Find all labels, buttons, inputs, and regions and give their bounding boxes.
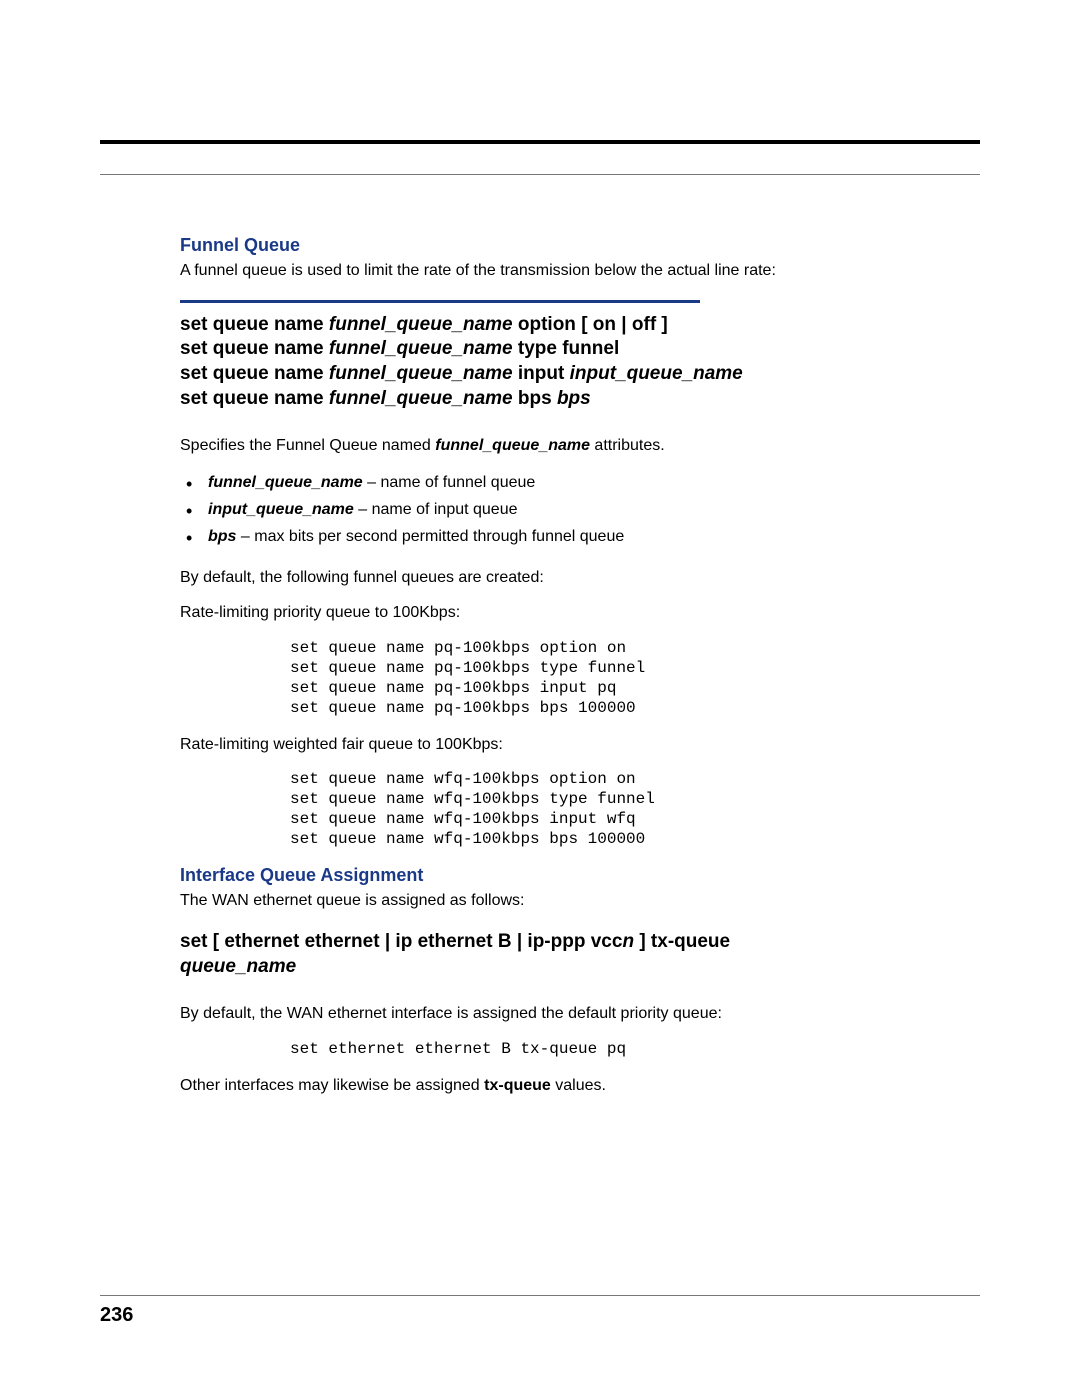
- text: – max bits per second permitted through …: [236, 528, 624, 545]
- interface-other-text: Other interfaces may likewise be assigne…: [180, 1075, 900, 1097]
- bold-text: tx-queue: [484, 1077, 551, 1094]
- interface-command-syntax: set [ ethernet ethernet | ip ethernet B …: [180, 930, 900, 979]
- content-area: Funnel Queue A funnel queue is used to l…: [180, 235, 900, 1096]
- text: values.: [551, 1077, 606, 1094]
- text: attributes.: [590, 437, 665, 454]
- term: funnel_queue_name: [208, 474, 363, 491]
- footer-rule: [100, 1295, 980, 1296]
- term: input_queue_name: [208, 501, 354, 518]
- cmd-line-1: set queue name funnel_queue_name option …: [180, 313, 900, 338]
- cmd-text: set queue name: [180, 314, 329, 335]
- blue-rule-1: [180, 300, 700, 303]
- code-block-wfq: set queue name wfq-100kbps option on set…: [290, 769, 900, 849]
- page-footer: 236: [100, 1295, 980, 1327]
- cmd-line-4: set queue name funnel_queue_name bps bps: [180, 387, 900, 412]
- cmd-text: bps: [513, 388, 557, 409]
- list-item: funnel_queue_name – name of funnel queue: [186, 471, 900, 494]
- funnel-bullet-list: funnel_queue_name – name of funnel queue…: [186, 471, 900, 549]
- cmd-var: input_queue_name: [570, 363, 743, 384]
- term: funnel_queue_name: [435, 437, 590, 454]
- cmd-text: type funnel: [513, 338, 620, 359]
- text: – name of input queue: [354, 501, 518, 518]
- term: bps: [208, 528, 236, 545]
- list-item: bps – max bits per second permitted thro…: [186, 525, 900, 548]
- rate-pq-label: Rate-limiting priority queue to 100Kbps:: [180, 602, 900, 624]
- cmd-text: ] tx-queue: [634, 931, 730, 952]
- page-number: 236: [100, 1304, 980, 1327]
- cmd-var: funnel_queue_name: [329, 388, 513, 409]
- cmd-text: set [ ethernet ethernet | ip ethernet B …: [180, 931, 622, 952]
- cmd-line-3: set queue name funnel_queue_name input i…: [180, 362, 900, 387]
- cmd-text: input: [513, 363, 570, 384]
- cmd-line-2: set queue name funnel_queue_name type fu…: [180, 337, 900, 362]
- cmd-text: set queue name: [180, 388, 329, 409]
- text: Specifies the Funnel Queue named: [180, 437, 435, 454]
- funnel-desc: Specifies the Funnel Queue named funnel_…: [180, 435, 900, 457]
- cmd-var: funnel_queue_name: [329, 338, 513, 359]
- section-heading-interface-queue: Interface Queue Assignment: [180, 865, 900, 886]
- section-heading-funnel-queue: Funnel Queue: [180, 235, 900, 256]
- list-item: input_queue_name – name of input queue: [186, 498, 900, 521]
- rate-wfq-label: Rate-limiting weighted fair queue to 100…: [180, 734, 900, 756]
- cmd-text: option [ on | off ]: [513, 314, 668, 335]
- text: – name of funnel queue: [363, 474, 536, 491]
- cmd-var: funnel_queue_name: [329, 314, 513, 335]
- top-thick-rule: [100, 140, 980, 144]
- funnel-intro: A funnel queue is used to limit the rate…: [180, 260, 900, 282]
- cmd-text: set queue name: [180, 338, 329, 359]
- cmd-var: bps: [557, 388, 591, 409]
- cmd-var: queue_name: [180, 956, 296, 977]
- funnel-command-syntax: set queue name funnel_queue_name option …: [180, 313, 900, 412]
- doc-page: Funnel Queue A funnel queue is used to l…: [0, 0, 1080, 1397]
- interface-default-text: By default, the WAN ethernet interface i…: [180, 1003, 900, 1025]
- top-thin-rule: [100, 174, 980, 175]
- cmd-text: set queue name: [180, 363, 329, 384]
- funnel-default-text: By default, the following funnel queues …: [180, 567, 900, 589]
- cmd-var: funnel_queue_name: [329, 363, 513, 384]
- code-block-pq: set queue name pq-100kbps option on set …: [290, 638, 900, 718]
- interface-intro: The WAN ethernet queue is assigned as fo…: [180, 890, 900, 912]
- code-block-interface: set ethernet ethernet B tx-queue pq: [290, 1039, 900, 1059]
- cmd-var: n: [622, 931, 634, 952]
- text: Other interfaces may likewise be assigne…: [180, 1077, 484, 1094]
